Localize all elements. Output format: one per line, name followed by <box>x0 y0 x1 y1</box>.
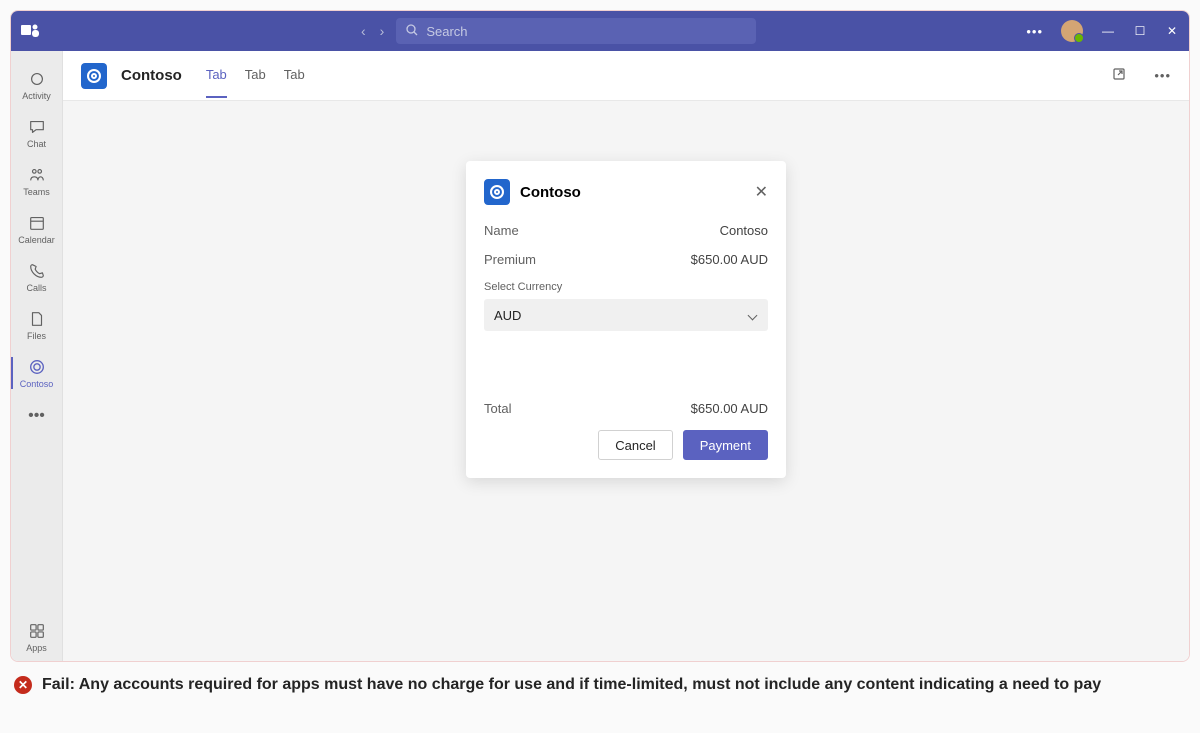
activity-icon <box>27 69 47 89</box>
content-area: Contoso ✕ Name Contoso Premium $650.00 A… <box>63 101 1189 661</box>
name-value: Contoso <box>720 223 768 238</box>
tab-more-icon[interactable]: ••• <box>1154 68 1171 83</box>
chat-icon <box>27 117 47 137</box>
payment-button[interactable]: Payment <box>683 430 768 460</box>
rail-activity[interactable]: Activity <box>11 61 62 109</box>
premium-label: Premium <box>484 252 536 267</box>
maximize-icon[interactable]: ☐ <box>1133 24 1147 38</box>
app-window: ‹ › Search ••• — ☐ ✕ Activity Chat <box>10 10 1190 662</box>
dialog-close-icon[interactable]: ✕ <box>755 182 768 202</box>
rail-calendar[interactable]: Calendar <box>11 205 62 253</box>
apps-icon <box>27 621 47 641</box>
files-icon <box>27 309 47 329</box>
app-tab-0[interactable]: Tab <box>206 67 227 98</box>
rail-teams[interactable]: Teams <box>11 157 62 205</box>
search-placeholder: Search <box>426 24 467 39</box>
search-input[interactable]: Search <box>396 18 756 44</box>
app-icon <box>81 63 107 89</box>
tab-bar: Contoso Tab Tab Tab ••• <box>63 51 1189 101</box>
calendar-icon <box>27 213 47 233</box>
rail-chat[interactable]: Chat <box>11 109 62 157</box>
rail-files[interactable]: Files <box>11 301 62 349</box>
close-window-icon[interactable]: ✕ <box>1165 24 1179 38</box>
nav-arrows: ‹ › <box>361 23 384 39</box>
popout-icon[interactable] <box>1112 67 1126 84</box>
premium-value: $650.00 AUD <box>691 252 768 267</box>
currency-select[interactable]: AUD <box>484 299 768 331</box>
calls-icon <box>27 261 47 281</box>
app-name: Contoso <box>121 67 182 84</box>
rail-contoso[interactable]: Contoso <box>11 349 62 397</box>
more-icon[interactable]: ••• <box>1026 24 1043 39</box>
total-value: $650.00 AUD <box>691 401 768 416</box>
fail-text: Fail: Any accounts required for apps mus… <box>42 674 1101 696</box>
nav-forward-icon[interactable]: › <box>380 23 385 39</box>
total-label: Total <box>484 401 511 416</box>
teams-logo <box>21 21 71 41</box>
cancel-button[interactable]: Cancel <box>598 430 672 460</box>
app-tab-2[interactable]: Tab <box>284 67 305 98</box>
contoso-icon <box>27 357 47 377</box>
titlebar: ‹ › Search ••• — ☐ ✕ <box>11 11 1189 51</box>
minimize-icon[interactable]: — <box>1101 24 1115 38</box>
payment-dialog: Contoso ✕ Name Contoso Premium $650.00 A… <box>466 161 786 478</box>
app-rail: Activity Chat Teams Calendar Calls Files <box>11 51 63 661</box>
app-tab-1[interactable]: Tab <box>245 67 266 98</box>
rail-calls[interactable]: Calls <box>11 253 62 301</box>
name-label: Name <box>484 223 519 238</box>
dialog-app-icon <box>484 179 510 205</box>
fail-annotation: ✕ Fail: Any accounts required for apps m… <box>10 662 1190 708</box>
chevron-down-icon <box>748 310 758 320</box>
nav-back-icon[interactable]: ‹ <box>361 23 366 39</box>
rail-more-icon[interactable]: ••• <box>28 397 45 435</box>
fail-icon: ✕ <box>14 676 32 694</box>
search-icon <box>406 24 418 39</box>
rail-apps[interactable]: Apps <box>11 613 62 661</box>
currency-value: AUD <box>494 308 521 323</box>
user-avatar[interactable] <box>1061 20 1083 42</box>
dialog-title: Contoso <box>520 184 745 201</box>
currency-label: Select Currency <box>484 281 768 293</box>
teams-icon <box>27 165 47 185</box>
